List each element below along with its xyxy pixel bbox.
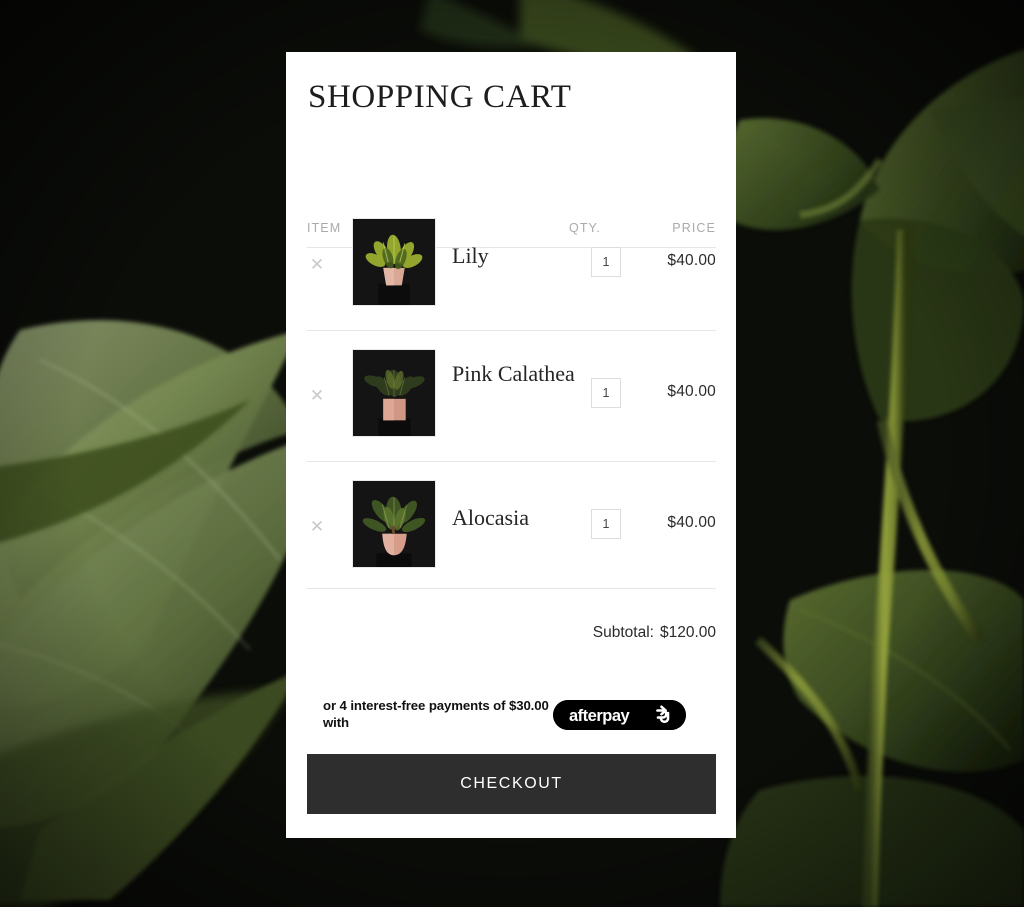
cart-item-row: ✕ (307, 340, 716, 450)
divider (307, 588, 716, 589)
product-name[interactable]: Alocasia (452, 505, 577, 531)
checkout-button[interactable]: CHECKOUT (307, 754, 716, 814)
product-name[interactable]: Lily (452, 243, 577, 269)
product-thumbnail[interactable] (352, 218, 436, 306)
close-icon[interactable]: ✕ (307, 386, 327, 406)
afterpay-message: or 4 interest-free payments of $30.00 wi… (323, 698, 549, 730)
divider (307, 461, 716, 462)
afterpay-logo[interactable]: afterpay (553, 700, 686, 730)
shopping-cart-card: SHOPPING CART ITEM QTY. PRICE ✕ Lily 1 $… (286, 52, 736, 838)
close-icon[interactable]: ✕ (307, 517, 327, 537)
close-icon[interactable]: ✕ (307, 255, 327, 275)
subtotal-row: Subtotal: $120.00 (307, 624, 716, 642)
subtotal-value: $120.00 (659, 624, 716, 641)
divider (307, 330, 716, 331)
item-price: $40.00 (667, 514, 716, 531)
item-price: $40.00 (667, 252, 716, 269)
page-title: SHOPPING CART (308, 79, 572, 115)
item-price: $40.00 (667, 383, 716, 400)
cart-item-row: ✕ (307, 209, 716, 319)
product-name[interactable]: Pink Calathea (452, 361, 577, 387)
cart-item-row: ✕ (307, 471, 716, 581)
afterpay-block: or 4 interest-free payments of $30.00 wi… (323, 697, 716, 743)
product-thumbnail[interactable] (352, 349, 436, 437)
product-thumbnail[interactable] (352, 480, 436, 568)
svg-text:afterpay: afterpay (569, 707, 631, 725)
subtotal-label: Subtotal: (592, 624, 654, 641)
